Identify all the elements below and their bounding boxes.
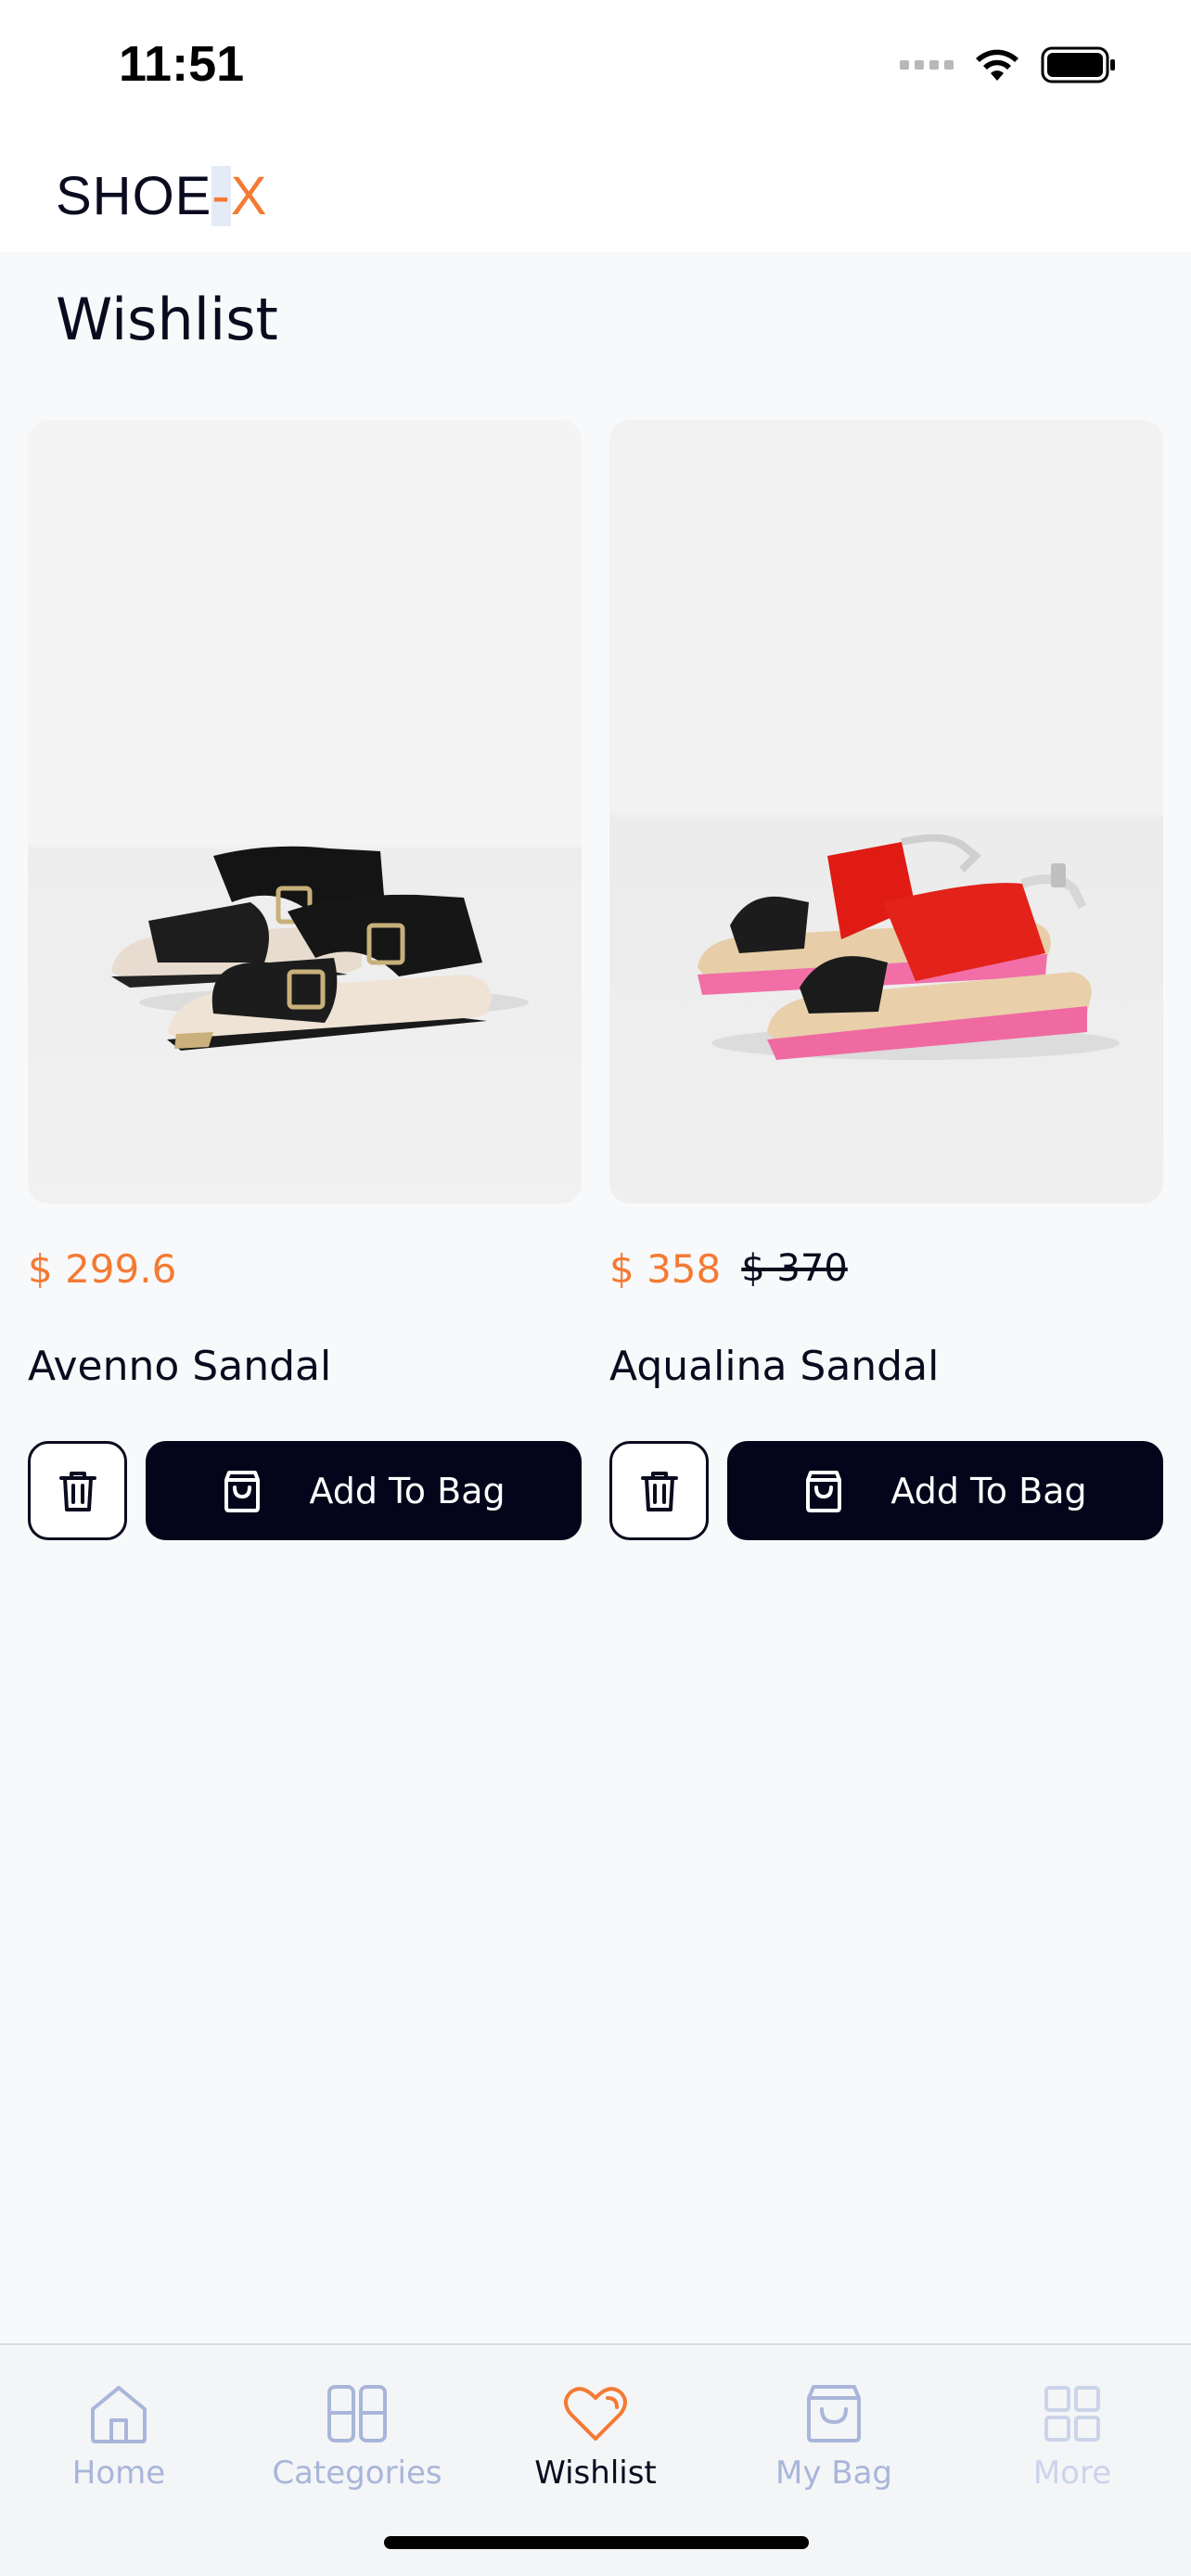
categories-icon bbox=[327, 2385, 387, 2442]
sandal-image-red bbox=[698, 834, 1120, 1060]
cellular-signal-icon bbox=[900, 60, 954, 70]
tab-label: Wishlist bbox=[534, 2455, 657, 2492]
page-title: Wishlist bbox=[56, 286, 278, 353]
logo-dash: - bbox=[211, 166, 231, 226]
tab-more[interactable]: More bbox=[954, 2380, 1191, 2492]
product-price: $ 358 bbox=[609, 1245, 722, 1292]
home-indicator[interactable] bbox=[384, 2536, 809, 2549]
logo-accent-text: X bbox=[230, 166, 268, 226]
brand-logo[interactable]: SHOE-X bbox=[56, 165, 267, 227]
status-time: 11:51 bbox=[119, 36, 245, 92]
tab-home[interactable]: Home bbox=[0, 2380, 237, 2492]
product-name[interactable]: Aqualina Sandal bbox=[609, 1339, 1163, 1395]
status-icons bbox=[900, 46, 1117, 83]
tab-label: Categories bbox=[272, 2455, 442, 2492]
tab-my-bag[interactable]: My Bag bbox=[715, 2380, 953, 2492]
add-to-bag-label: Add To Bag bbox=[309, 1470, 506, 1511]
wifi-icon bbox=[976, 49, 1018, 81]
product-card[interactable]: $ 299.6 Avenno Sandal Add To Bag bbox=[28, 420, 582, 1540]
product-actions: Add To Bag bbox=[609, 1441, 1163, 1540]
product-old-price: $ 370 bbox=[741, 1247, 848, 1290]
logo-main-text: SHOE bbox=[56, 166, 212, 226]
add-to-bag-button[interactable]: Add To Bag bbox=[727, 1441, 1163, 1540]
tab-wishlist[interactable]: Wishlist bbox=[477, 2380, 714, 2492]
trash-icon bbox=[640, 1471, 678, 1511]
battery-icon bbox=[1041, 46, 1115, 83]
tab-label: My Bag bbox=[775, 2455, 892, 2492]
tab-label: More bbox=[1032, 2455, 1112, 2492]
bag-icon bbox=[224, 1470, 261, 1512]
product-name[interactable]: Avenno Sandal bbox=[28, 1339, 582, 1395]
grid-icon bbox=[1044, 2386, 1100, 2442]
remove-from-wishlist-button[interactable] bbox=[609, 1441, 709, 1540]
tab-categories[interactable]: Categories bbox=[238, 2380, 476, 2492]
product-actions: Add To Bag bbox=[28, 1441, 582, 1540]
home-icon bbox=[91, 2386, 147, 2443]
remove-from-wishlist-button[interactable] bbox=[28, 1441, 127, 1540]
trash-icon bbox=[58, 1471, 96, 1511]
product-image[interactable] bbox=[609, 420, 1163, 1204]
sandal-image-black bbox=[111, 846, 529, 1051]
product-image[interactable] bbox=[28, 420, 582, 1204]
status-bar: 11:51 bbox=[0, 0, 1191, 139]
product-card[interactable]: $ 358 $ 370 Aqualina Sandal Add To Bag bbox=[609, 420, 1163, 1540]
app-header: SHOE-X bbox=[0, 139, 1191, 252]
product-price: $ 299.6 bbox=[28, 1245, 177, 1292]
bag-icon bbox=[807, 2385, 861, 2442]
bag-icon bbox=[806, 1470, 842, 1512]
price-row: $ 358 $ 370 bbox=[609, 1241, 1163, 1296]
tab-label: Home bbox=[71, 2455, 166, 2492]
heart-icon bbox=[564, 2387, 627, 2441]
price-row: $ 299.6 bbox=[28, 1241, 582, 1296]
add-to-bag-button[interactable]: Add To Bag bbox=[146, 1441, 582, 1540]
add-to-bag-label: Add To Bag bbox=[890, 1470, 1087, 1511]
